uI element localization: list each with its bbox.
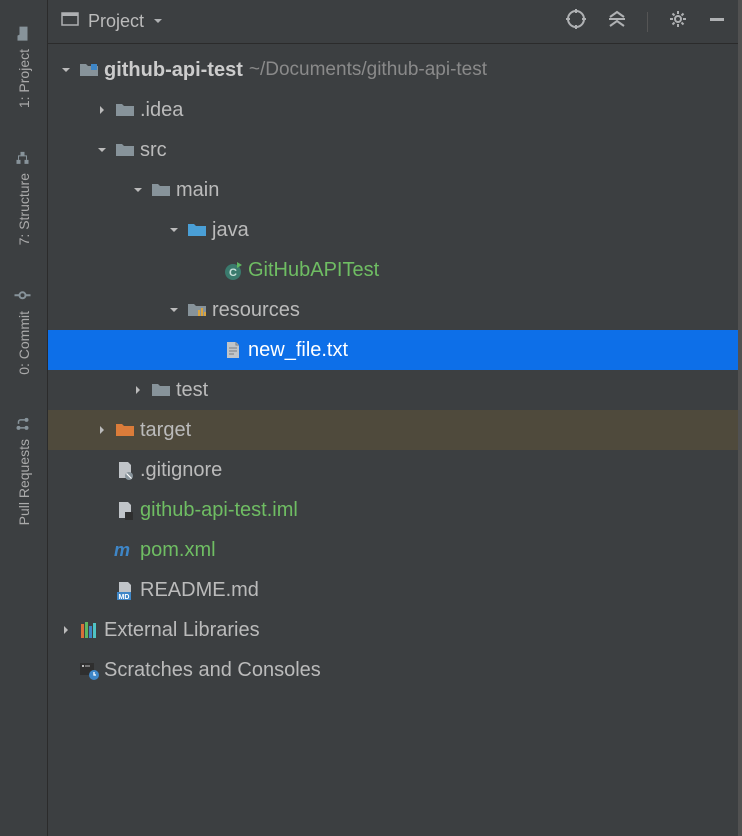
tree-external-libraries[interactable]: External Libraries xyxy=(48,610,738,650)
tree-newfile[interactable]: new_file.txt xyxy=(48,330,738,370)
tool-window-rail: 1: Project 7: Structure 0: Commit Pull R… xyxy=(0,0,48,836)
project-title: Project xyxy=(88,11,144,32)
project-view-icon[interactable] xyxy=(60,9,80,34)
tree-pom[interactable]: m pom.xml xyxy=(48,530,738,570)
source-folder-icon xyxy=(184,220,210,240)
gear-icon[interactable] xyxy=(668,9,688,34)
chevron-down-icon[interactable] xyxy=(164,224,184,236)
gitignore-file-icon xyxy=(112,460,138,480)
hide-icon[interactable] xyxy=(708,10,726,33)
folder-icon xyxy=(112,100,138,120)
tree-label: GitHubAPITest xyxy=(248,259,379,282)
splitter[interactable] xyxy=(738,0,742,836)
tree-label: main xyxy=(176,179,219,202)
tree-scratches[interactable]: Scratches and Consoles xyxy=(48,650,738,690)
collapse-all-icon[interactable] xyxy=(607,9,627,34)
tree-label: github-api-test.iml xyxy=(140,499,298,522)
chevron-down-icon[interactable] xyxy=(164,304,184,316)
folder-icon xyxy=(112,140,138,160)
chevron-down-icon[interactable] xyxy=(56,64,76,76)
tree-readme[interactable]: MD README.md xyxy=(48,570,738,610)
chevron-right-icon[interactable] xyxy=(128,384,148,396)
iml-file-icon xyxy=(112,500,138,520)
chevron-down-icon[interactable] xyxy=(152,12,164,32)
folder-icon xyxy=(148,380,174,400)
tree-idea[interactable]: .idea xyxy=(48,90,738,130)
rail-structure[interactable]: 7: Structure xyxy=(16,148,32,245)
project-header: Project xyxy=(48,0,738,44)
folder-icon xyxy=(148,180,174,200)
tree-root[interactable]: github-api-test ~/Documents/github-api-t… xyxy=(48,50,738,90)
tree-label: .idea xyxy=(140,99,183,122)
commit-icon xyxy=(14,287,33,303)
markdown-file-icon: MD xyxy=(112,580,138,600)
tree-label: new_file.txt xyxy=(248,339,348,362)
structure-icon xyxy=(14,150,33,166)
tree-label: Scratches and Consoles xyxy=(104,659,321,682)
svg-text:MD: MD xyxy=(119,594,130,600)
class-runnable-icon: C xyxy=(220,260,246,280)
project-tool-window: Project github-api-test xyxy=(48,0,738,836)
tree-java[interactable]: java xyxy=(48,210,738,250)
project-tab-label: 1: Project xyxy=(16,49,32,108)
pull-request-icon xyxy=(14,416,33,432)
tree-main[interactable]: main xyxy=(48,170,738,210)
tree-label: resources xyxy=(212,299,300,322)
chevron-down-icon[interactable] xyxy=(92,144,112,156)
tree-label: External Libraries xyxy=(104,619,260,642)
divider xyxy=(647,12,648,32)
tree-resources[interactable]: resources xyxy=(48,290,738,330)
excluded-folder-icon xyxy=(112,420,138,440)
tree-src[interactable]: src xyxy=(48,130,738,170)
text-file-icon xyxy=(220,340,246,360)
commit-tab-label: 0: Commit xyxy=(16,311,32,375)
tree-class[interactable]: C GitHubAPITest xyxy=(48,250,738,290)
structure-tab-label: 7: Structure xyxy=(16,173,32,245)
svg-text:C: C xyxy=(229,267,237,279)
resources-folder-icon xyxy=(184,300,210,320)
project-tree: github-api-test ~/Documents/github-api-t… xyxy=(48,44,738,696)
rail-project[interactable]: 1: Project xyxy=(16,24,32,108)
tree-test[interactable]: test xyxy=(48,370,738,410)
scratches-icon xyxy=(76,660,102,680)
tree-target[interactable]: target xyxy=(48,410,738,450)
rail-commit[interactable]: 0: Commit xyxy=(16,286,32,375)
libraries-icon xyxy=(76,620,102,640)
tree-iml[interactable]: github-api-test.iml xyxy=(48,490,738,530)
folder-icon xyxy=(14,26,33,42)
tree-label: src xyxy=(140,139,167,162)
tree-path: ~/Documents/github-api-test xyxy=(249,59,487,81)
maven-file-icon: m xyxy=(112,540,138,560)
pull-tab-label: Pull Requests xyxy=(16,439,32,525)
tree-label: java xyxy=(212,219,249,242)
locate-icon[interactable] xyxy=(565,8,587,35)
chevron-down-icon[interactable] xyxy=(128,184,148,196)
tree-label: pom.xml xyxy=(140,539,216,562)
module-folder-icon xyxy=(76,60,102,80)
tree-label: github-api-test xyxy=(104,59,243,82)
tree-label: target xyxy=(140,419,191,442)
chevron-right-icon[interactable] xyxy=(92,424,112,436)
chevron-right-icon[interactable] xyxy=(92,104,112,116)
tree-label: README.md xyxy=(140,579,259,602)
tree-label: .gitignore xyxy=(140,459,222,482)
tree-gitignore[interactable]: .gitignore xyxy=(48,450,738,490)
svg-text:m: m xyxy=(114,540,130,560)
rail-pull-requests[interactable]: Pull Requests xyxy=(16,414,32,525)
chevron-right-icon[interactable] xyxy=(56,624,76,636)
tree-label: test xyxy=(176,379,208,402)
